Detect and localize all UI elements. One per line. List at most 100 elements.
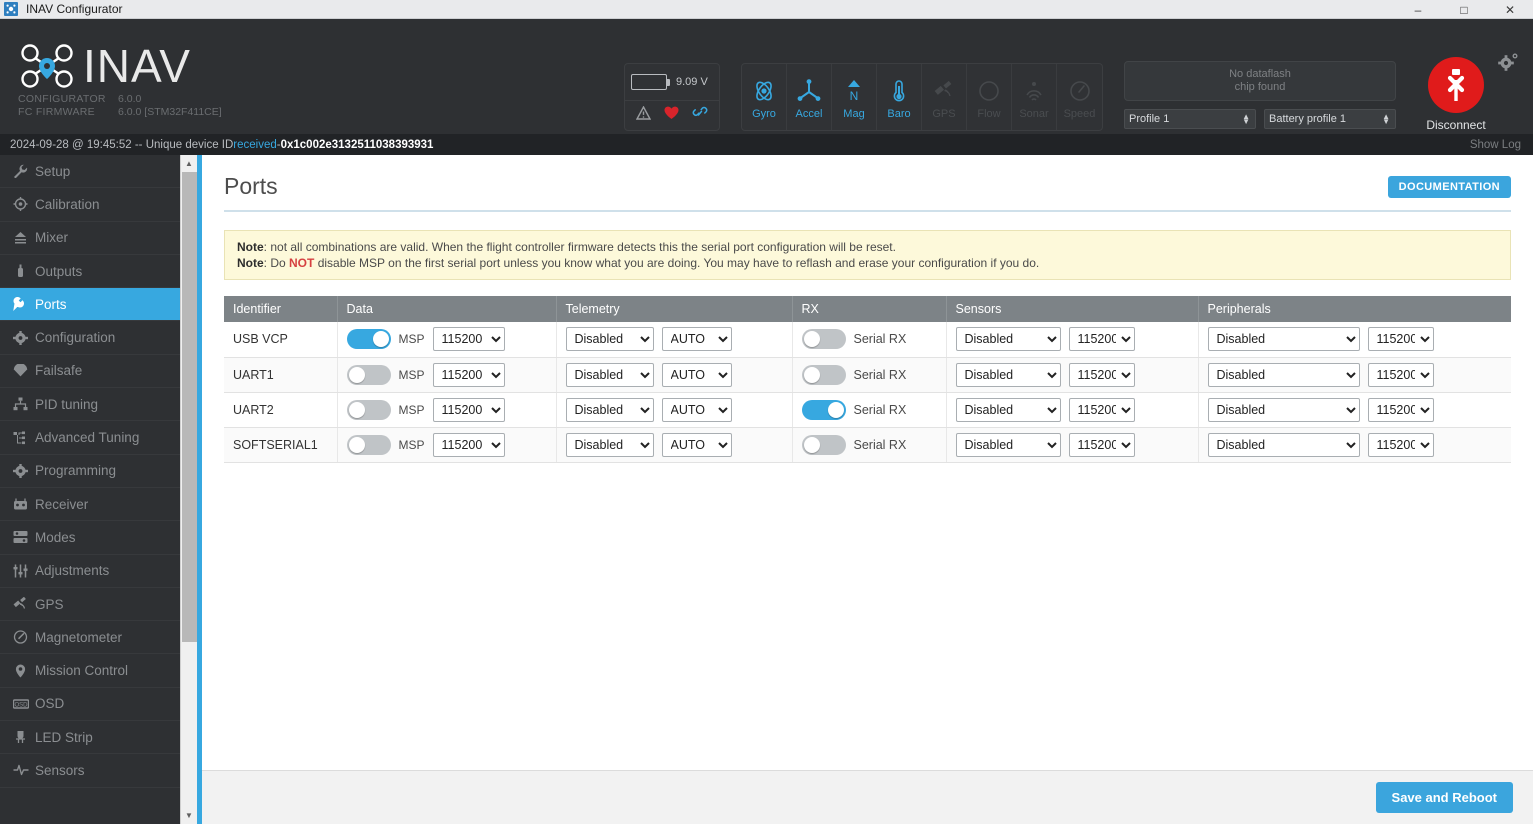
scrollbar-thumb[interactable] (181, 172, 197, 642)
telemetry-mode-select[interactable]: Disabled (565, 397, 654, 422)
caret-down-icon[interactable]: ▼ (181, 807, 198, 824)
sidebar-item-mixer[interactable]: Mixer (0, 222, 180, 255)
telemetry-baud-select[interactable]: AUTO (661, 362, 732, 387)
telemetry-mode-select[interactable]: Disabled (565, 432, 654, 457)
cell-sensors: Disabled 115200 (946, 357, 1199, 393)
sidebar-item-gps[interactable]: GPS (0, 588, 180, 622)
rx-toggle[interactable] (801, 434, 846, 455)
show-log-button[interactable]: Show Log (1470, 139, 1521, 151)
save-and-reboot-button[interactable]: Save and Reboot (1375, 782, 1513, 813)
peripherals-baud-select[interactable]: 115200 (1367, 327, 1434, 352)
sensors-baud-select[interactable]: 115200 (1068, 432, 1135, 457)
peripherals-mode-select[interactable]: Disabled (1207, 432, 1360, 457)
scrollbar-track[interactable] (181, 172, 198, 807)
sitemap-icon (13, 397, 35, 411)
close-button[interactable]: ✕ (1487, 0, 1533, 19)
data-baud-select[interactable]: 115200 (432, 432, 505, 457)
sensor-flow-label: Flow (977, 107, 1001, 120)
table-row: SOFTSERIAL1 MSP 115200 Disabled AUTO Ser… (224, 427, 1511, 463)
ports-table: Identifier Data Telemetry RX Sensors Per… (224, 296, 1511, 463)
sidebar-item-ports[interactable]: Ports (0, 288, 180, 322)
rx-toggle[interactable] (801, 364, 846, 385)
sensors-mode-select[interactable]: Disabled (955, 432, 1061, 457)
note-line-2: Note: Do NOT disable MSP on the first se… (237, 255, 1498, 271)
data-baud-select[interactable]: 115200 (432, 397, 505, 422)
minimize-button[interactable]: – (1395, 0, 1441, 19)
table-header-row: Identifier Data Telemetry RX Sensors Per… (224, 296, 1511, 322)
settings-gear-icon[interactable] (1497, 52, 1519, 77)
telemetry-baud-select[interactable]: AUTO (661, 327, 732, 352)
peripherals-mode-select[interactable]: Disabled (1207, 397, 1360, 422)
cell-rx: Serial RX (792, 392, 947, 428)
sidebar-item-label: Magnetometer (35, 629, 123, 645)
sensor-gps: GPS (922, 64, 967, 130)
peripherals-mode-select[interactable]: Disabled (1207, 362, 1360, 387)
data-toggle[interactable] (346, 364, 391, 385)
data-toggle[interactable] (346, 434, 391, 455)
sidebar-item-led-strip[interactable]: LED Strip (0, 721, 180, 755)
sidebar-item-label: Receiver (35, 496, 89, 512)
data-toggle[interactable] (346, 399, 391, 420)
sidebar-item-sensors[interactable]: Sensors (0, 754, 180, 788)
data-baud-select[interactable]: 115200 (432, 327, 505, 352)
data-toggle[interactable] (346, 329, 391, 350)
sidebar-item-adjustments[interactable]: Adjustments (0, 555, 180, 588)
peripherals-baud-select[interactable]: 115200 (1367, 362, 1434, 387)
sidebar-item-setup[interactable]: Setup (0, 155, 180, 189)
usb-disconnect-icon (1428, 57, 1484, 113)
col-peripherals: Peripherals (1198, 296, 1511, 322)
flow-icon (976, 75, 1002, 107)
sidebar-item-configuration[interactable]: Configuration (0, 321, 180, 355)
window-titlebar: INAV Configurator – □ ✕ (0, 0, 1533, 19)
sidebar-item-programming[interactable]: Programming (0, 455, 180, 488)
telemetry-mode-select[interactable]: Disabled (565, 362, 654, 387)
sensors-baud-select[interactable]: 115200 (1068, 397, 1135, 422)
data-baud-select[interactable]: 115200 (432, 362, 505, 387)
sidebar-item-receiver[interactable]: Receiver (0, 488, 180, 522)
title-divider (224, 210, 1511, 212)
cell-peripherals: Disabled 115200 (1198, 427, 1511, 463)
sidebar-item-magnetometer[interactable]: Magnetometer (0, 621, 180, 655)
maximize-button[interactable]: □ (1441, 0, 1487, 19)
col-rx: RX (792, 296, 947, 322)
profile-selector[interactable]: Profile 1 ▲ ▼ (1124, 109, 1256, 129)
rx-toggle[interactable] (801, 399, 846, 420)
sidebar-item-osd[interactable]: OSD OSD (0, 688, 180, 722)
sidebar-item-calibration[interactable]: Calibration (0, 188, 180, 222)
documentation-button[interactable]: DOCUMENTATION (1387, 175, 1511, 198)
sensors-mode-select[interactable]: Disabled (955, 327, 1061, 352)
cell-telemetry: Disabled AUTO (556, 392, 793, 428)
chevron-updown-icon: ▲ ▼ (1242, 112, 1250, 126)
sensors-baud-select[interactable]: 115200 (1068, 327, 1135, 352)
sidebar-item-failsafe[interactable]: Failsafe (0, 355, 180, 389)
battery-profile-selector[interactable]: Battery profile 1 ▲ ▼ (1264, 109, 1396, 129)
telemetry-baud-select[interactable]: AUTO (661, 432, 732, 457)
peripherals-baud-select[interactable]: 115200 (1367, 432, 1434, 457)
telemetry-mode-select[interactable]: Disabled (565, 327, 654, 352)
sidebar-item-label: LED Strip (35, 729, 93, 745)
app-icon (4, 2, 18, 16)
telemetry-baud-select[interactable]: AUTO (661, 397, 732, 422)
disconnect-button[interactable]: Disconnect (1410, 57, 1502, 132)
sidebar-item-mission-control[interactable]: Mission Control (0, 654, 180, 688)
motor-icon (13, 264, 35, 278)
sidebar-item-modes[interactable]: Modes (0, 521, 180, 555)
sidebar-item-outputs[interactable]: Outputs (0, 255, 180, 289)
sidebar-item-pid-tuning[interactable]: PID tuning (0, 388, 180, 422)
caret-up-icon[interactable]: ▲ (181, 155, 198, 172)
peripherals-mode-select[interactable]: Disabled (1207, 327, 1360, 352)
sensors-mode-select[interactable]: Disabled (955, 362, 1061, 387)
heart-icon (664, 106, 679, 125)
dataflash-line1: No dataflash (1229, 68, 1291, 80)
sensors-mode-select[interactable]: Disabled (955, 397, 1061, 422)
peripherals-baud-select[interactable]: 115200 (1367, 397, 1434, 422)
sidebar-item-advanced-tuning[interactable]: Advanced Tuning (0, 421, 180, 455)
sensor-status-bar: Gyro Accel N Mag Baro GPS Flow Sonar Spe… (741, 63, 1103, 131)
rx-toggle[interactable] (801, 329, 846, 350)
sidebar-scrollbar[interactable]: ▲ ▼ (180, 155, 197, 824)
sidebar-item-label: GPS (35, 596, 64, 612)
dataflash-profiles-block: No dataflash chip found Profile 1 ▲ ▼ Bat… (1124, 61, 1396, 129)
log-timestamp: 2024-09-28 @ 19:45:52 -- Unique device I… (10, 138, 234, 151)
sensors-baud-select[interactable]: 115200 (1068, 362, 1135, 387)
sensor-accel-label: Accel (795, 107, 823, 120)
